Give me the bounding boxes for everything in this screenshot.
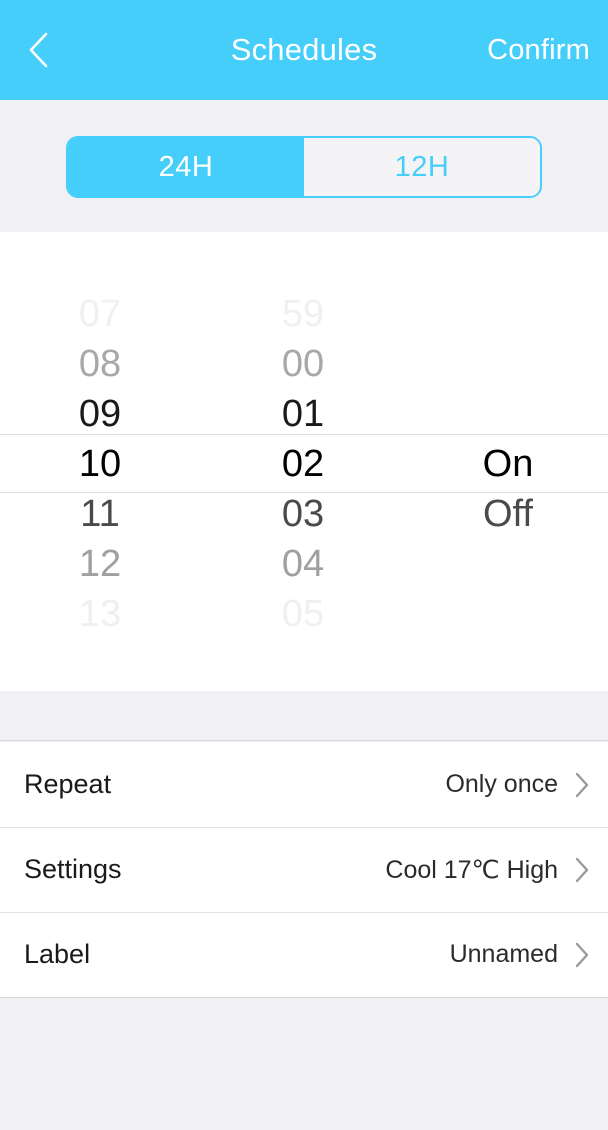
picker-item[interactable]: 03 <box>203 489 403 539</box>
picker-selection-line-bottom <box>0 492 608 493</box>
picker-item[interactable]: Off <box>408 489 608 539</box>
segment-24h[interactable]: 24H <box>68 138 304 196</box>
row-value: Unnamed <box>449 940 558 968</box>
row-right: Cool 17℃ High <box>385 855 590 885</box>
list-item-settings[interactable]: Settings Cool 17℃ High <box>0 827 608 912</box>
chevron-right-icon <box>575 857 589 882</box>
picker-item[interactable]: 59 <box>203 289 403 339</box>
picker-item[interactable]: 13 <box>0 589 200 639</box>
list-item-repeat[interactable]: Repeat Only once <box>0 742 608 827</box>
picker-item[interactable]: 00 <box>203 339 403 389</box>
segment-12h[interactable]: 12H <box>304 138 540 196</box>
picker-item[interactable]: 08 <box>0 339 200 389</box>
schedules-screen: Schedules Confirm 24H 12H 07 08 09 10 11… <box>0 0 608 1130</box>
picker-item[interactable]: 11 <box>0 489 200 539</box>
row-label: Label <box>24 939 91 969</box>
row-value: Only once <box>445 770 558 798</box>
picker-item-selected[interactable]: On <box>408 439 608 489</box>
picker-item-selected[interactable]: 10 <box>0 439 200 489</box>
bottom-filler <box>0 998 608 1130</box>
list-item-label[interactable]: Label Unnamed <box>0 912 608 997</box>
row-value: Cool 17℃ High <box>385 855 558 884</box>
chevron-right-icon <box>575 942 589 967</box>
chevron-right-icon <box>575 772 589 797</box>
section-spacer <box>0 691 608 741</box>
settings-list: Repeat Only once Settings Cool 17℃ High … <box>0 742 608 997</box>
picker-item[interactable]: 12 <box>0 539 200 589</box>
picker-item[interactable]: 07 <box>0 289 200 339</box>
app-header: Schedules Confirm <box>0 0 608 100</box>
picker-item[interactable]: 01 <box>203 389 403 439</box>
picker-item[interactable]: 04 <box>203 539 403 589</box>
time-picker[interactable]: 07 08 09 10 11 12 13 59 00 01 02 03 04 0… <box>0 232 608 691</box>
picker-item[interactable]: 09 <box>0 389 200 439</box>
row-right: Unnamed <box>450 940 590 969</box>
row-right: Only once <box>445 770 590 799</box>
picker-selection-line-top <box>0 434 608 435</box>
confirm-button[interactable]: Confirm <box>487 0 590 100</box>
hour-picker-column[interactable]: 07 08 09 10 11 12 13 <box>0 232 200 691</box>
time-format-section: 24H 12H <box>0 100 608 232</box>
picker-item-selected[interactable]: 02 <box>203 439 403 489</box>
mode-picker-column[interactable]: On Off <box>408 232 608 691</box>
row-label: Repeat <box>24 769 112 799</box>
minute-picker-column[interactable]: 59 00 01 02 03 04 05 <box>203 232 403 691</box>
picker-item[interactable]: 05 <box>203 589 403 639</box>
time-format-toggle[interactable]: 24H 12H <box>66 136 542 198</box>
row-label: Settings <box>24 854 122 884</box>
